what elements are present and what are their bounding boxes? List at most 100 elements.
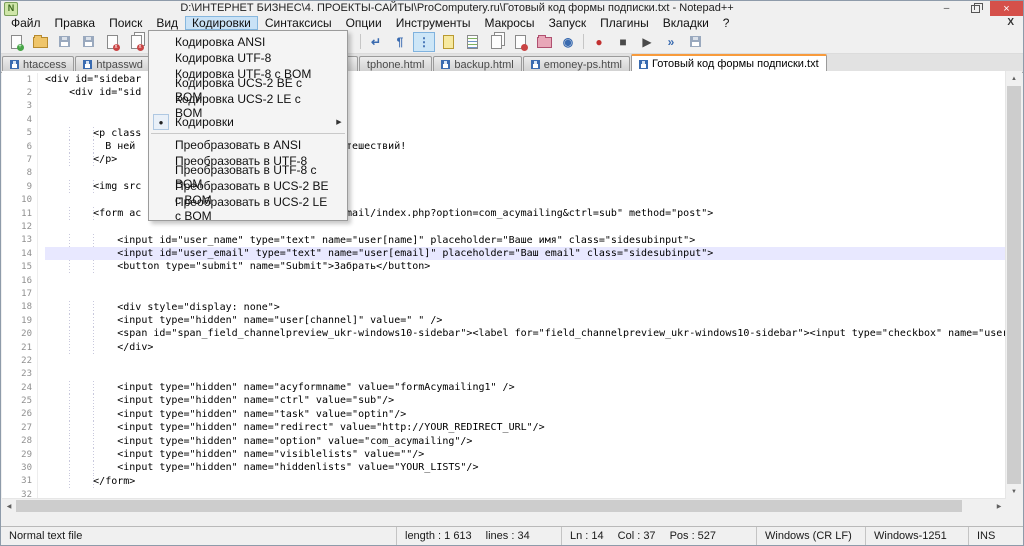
menu-item-опции[interactable]: Опции	[339, 16, 389, 30]
menu-item-запуск[interactable]: Запуск	[542, 16, 594, 30]
line-number: 6	[2, 142, 37, 152]
save-all-icon[interactable]	[77, 32, 99, 52]
fold-margin	[37, 140, 45, 153]
line-number: 24	[2, 383, 37, 393]
scroll-down-arrow-icon[interactable]: ▼	[1006, 484, 1022, 499]
function-list-icon[interactable]	[437, 32, 459, 52]
record-macro-icon[interactable]: ●	[588, 32, 610, 52]
menu-item-инструменты[interactable]: Инструменты	[389, 16, 478, 30]
code-line: 22	[2, 354, 1006, 367]
line-number: 9	[2, 182, 37, 192]
monitoring-eye-icon[interactable]: ◉	[557, 32, 579, 52]
vertical-scroll-thumb[interactable]	[1007, 86, 1021, 484]
line-number: 18	[2, 302, 37, 312]
save-icon[interactable]	[53, 32, 75, 52]
menu-item-плагины[interactable]: Плагины	[593, 16, 656, 30]
minimize-button[interactable]: –	[932, 1, 961, 16]
clone-document-icon[interactable]	[485, 32, 507, 52]
encoding-menu-item-кодировка-ucs-2-le-с-bom[interactable]: Кодировка UCS-2 LE с BOM	[149, 98, 347, 114]
tab-tphone.html[interactable]: tphone.html	[359, 56, 432, 72]
status-insert-mode: INS	[969, 527, 1023, 545]
code-line: 24 <input type="hidden" name="acyformnam…	[2, 381, 1006, 394]
submenu-arrow-icon: ▶	[331, 118, 347, 126]
code-text: </form>	[45, 475, 1006, 488]
window-controls: – ×	[932, 1, 1023, 16]
new-file-icon[interactable]: +	[5, 32, 27, 52]
tab-backup.html[interactable]: backup.html	[433, 56, 521, 72]
scroll-right-arrow-icon[interactable]: ▶	[992, 499, 1006, 513]
menu-item-вкладки[interactable]: Вкладки	[656, 16, 716, 30]
tab-htaccess[interactable]: htaccess	[2, 56, 74, 72]
encoding-menu-dropdown: Кодировка ANSIКодировка UTF-8 Кодировка U…	[148, 30, 348, 221]
menu-item-кодировки[interactable]: Кодировки	[185, 16, 258, 30]
horizontal-scrollbar[interactable]: ◀ ▶	[2, 498, 1006, 513]
menu-item-gutter	[149, 82, 173, 98]
menu-item-макросы[interactable]: Макросы	[478, 16, 542, 30]
open-folder-icon[interactable]	[29, 32, 51, 52]
menu-item-label: Преобразовать в UCS-2 LE с BOM	[173, 195, 331, 223]
line-number: 28	[2, 436, 37, 446]
scroll-up-arrow-icon[interactable]: ▲	[1006, 71, 1022, 86]
encoding-menu-item-кодировка-utf-8[interactable]: Кодировка UTF-8	[149, 50, 347, 66]
window-title: D:\ИНТЕРНЕТ БИЗНЕС\4. ПРОЕКТЫ-САЙТЫ\ProC…	[1, 1, 913, 16]
scroll-left-arrow-icon[interactable]: ◀	[2, 499, 16, 513]
menu-item-?[interactable]: ?	[716, 16, 737, 30]
fold-margin	[37, 247, 45, 260]
run-macro-multiple-icon[interactable]: »	[660, 32, 682, 52]
line-number: 12	[2, 222, 37, 232]
fold-margin	[37, 368, 45, 381]
menu-item-правка[interactable]: Правка	[48, 16, 103, 30]
horizontal-scroll-thumb[interactable]	[16, 500, 962, 512]
tab-emoney-ps.html[interactable]: emoney-ps.html	[523, 56, 630, 72]
menu-item-вид[interactable]: Вид	[149, 16, 185, 30]
play-macro-icon[interactable]: ▶	[636, 32, 658, 52]
encoding-menu-item-преобразовать-в-ansi[interactable]: Преобразовать в ANSI	[149, 137, 347, 153]
encoding-menu-item-кодировки[interactable]: ●Кодировки▶	[149, 114, 347, 130]
menu-item-файл[interactable]: Файл	[4, 16, 48, 30]
close-button[interactable]: ×	[990, 1, 1023, 16]
menu-item-gutter	[149, 34, 173, 50]
code-text: <input id="user_email" type="text" name=…	[45, 247, 1006, 260]
vertical-scrollbar[interactable]: ▲ ▼	[1005, 71, 1022, 499]
menu-item-label: Кодировки	[173, 115, 331, 129]
close-document-icon[interactable]: x	[101, 32, 123, 52]
status-length: length : 1 613	[405, 530, 472, 542]
tab-label: emoney-ps.html	[544, 59, 622, 71]
status-ln: Ln : 14	[570, 530, 604, 542]
line-number: 27	[2, 423, 37, 433]
line-number: 13	[2, 235, 37, 245]
tab-label: Готовый код формы подписки.txt	[652, 58, 819, 70]
code-line: 18 <div style="display: none">	[2, 301, 1006, 314]
menu-item-поиск[interactable]: Поиск	[102, 16, 149, 30]
fold-margin	[37, 341, 45, 354]
close-document-x-button[interactable]: X	[1003, 16, 1018, 30]
code-text: <input type="hidden" name="redirect" val…	[45, 421, 1006, 434]
stop-macro-icon[interactable]: ■	[612, 32, 634, 52]
line-number: 14	[2, 249, 37, 259]
encoding-menu-item-кодировка-ansi[interactable]: Кодировка ANSI	[149, 34, 347, 50]
status-encoding: Windows-1251	[866, 527, 969, 545]
line-number: 22	[2, 356, 37, 366]
menu-item-синтаксисы[interactable]: Синтаксисы	[258, 16, 339, 30]
save-macro-icon[interactable]	[684, 32, 706, 52]
encoding-menu-item-преобразовать-в-ucs-2-le-с-bom[interactable]: Преобразовать в UCS-2 LE с BOM	[149, 201, 347, 217]
code-text: <input type="hidden" name="option" value…	[45, 435, 1006, 448]
line-number: 15	[2, 262, 37, 272]
close-all-documents-icon[interactable]: x	[125, 32, 147, 52]
restore-button[interactable]	[961, 1, 990, 16]
pink-folder-icon[interactable]	[533, 32, 555, 52]
line-number: 16	[2, 276, 37, 286]
code-line: 29 <input type="hidden" name="visiblelis…	[2, 448, 1006, 461]
code-text: <input type="hidden" name="hiddenlists" …	[45, 461, 1006, 474]
red-badge-page-icon[interactable]	[509, 32, 531, 52]
code-line: 14 <input id="user_email" type="text" na…	[2, 247, 1006, 260]
code-line: 23	[2, 368, 1006, 381]
menu-item-label: Преобразовать в ANSI	[173, 138, 331, 152]
menu-item-gutter: ●	[149, 114, 173, 130]
show-all-characters-icon[interactable]: ¶	[389, 32, 411, 52]
toolbar-separator	[583, 34, 584, 49]
word-wrap-icon[interactable]: ↵	[365, 32, 387, 52]
document-map-icon[interactable]	[461, 32, 483, 52]
indent-guide-icon[interactable]: ⋮	[413, 32, 435, 52]
tab-htpasswd[interactable]: htpasswd	[75, 56, 150, 72]
